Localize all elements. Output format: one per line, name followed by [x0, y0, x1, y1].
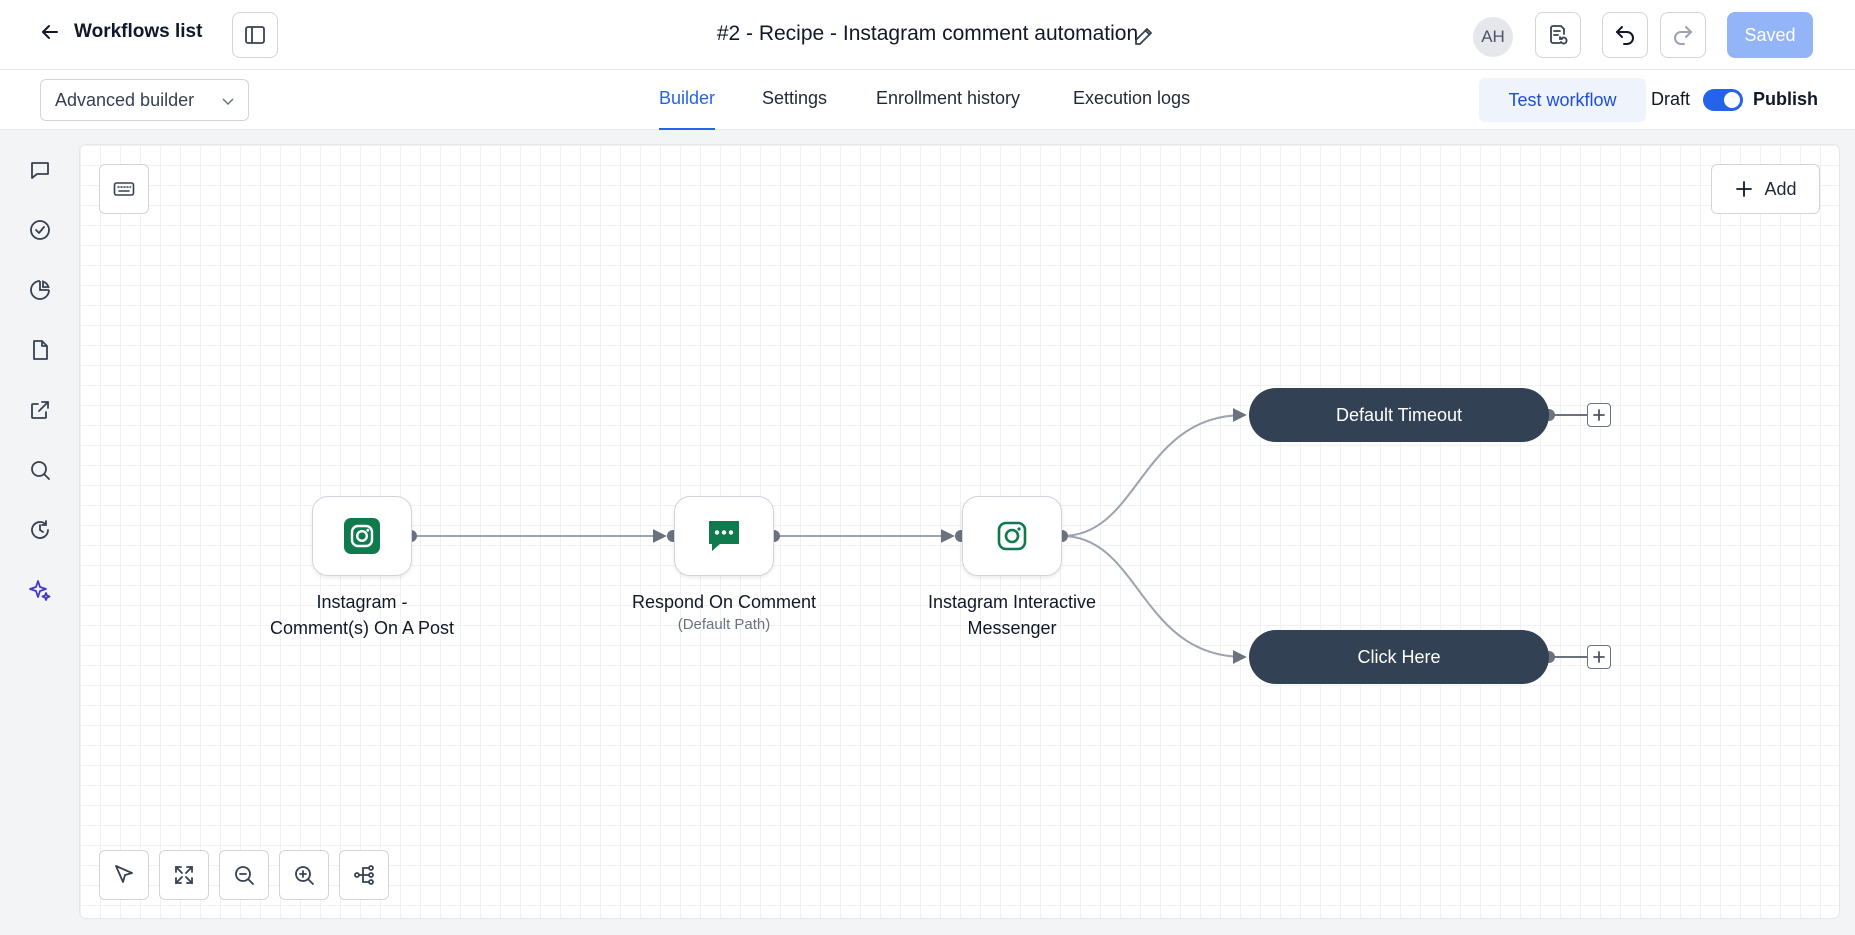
zoom-in-button[interactable] — [279, 850, 329, 900]
search-icon — [31, 461, 50, 480]
message-icon — [709, 521, 739, 551]
add-step-after-click-button[interactable] — [1587, 645, 1611, 669]
plus-icon — [1593, 409, 1605, 421]
select-tool-button[interactable] — [99, 850, 149, 900]
back-label: Workflows list — [74, 21, 203, 42]
node-instagram-comment-trigger[interactable] — [312, 496, 412, 576]
user-avatar[interactable]: AH — [1473, 17, 1513, 57]
instagram-icon — [344, 518, 380, 554]
node-label-line: Instagram - — [316, 592, 408, 612]
node-label-line: Respond On Comment — [631, 592, 817, 612]
cursor-icon — [115, 865, 133, 883]
publish-toggle[interactable] — [1703, 89, 1743, 111]
history-icon — [31, 520, 49, 539]
tab-enrollment-history[interactable]: Enrollment history — [876, 88, 1020, 130]
version-history-button[interactable] — [1535, 12, 1581, 58]
tab-builder[interactable]: Builder — [659, 88, 716, 130]
sidebar-item-comments[interactable] — [26, 156, 54, 184]
keyboard-icon — [113, 182, 135, 196]
flow-tree-icon — [354, 865, 374, 885]
node-respond-on-comment[interactable] — [674, 496, 774, 576]
sidebar-item-documents[interactable] — [26, 336, 54, 364]
top-bar: Workflows list #2 - Recipe - Instagram c… — [0, 0, 1855, 70]
toggle-sidebar-button[interactable] — [232, 12, 278, 58]
workflow-title[interactable]: #2 - Recipe - Instagram comment automati… — [717, 22, 1138, 45]
arrow-left-icon — [42, 25, 58, 39]
tab-settings[interactable]: Settings — [762, 88, 827, 130]
sparkle-icon — [29, 580, 51, 601]
keyboard-shortcuts-button[interactable] — [99, 164, 149, 214]
sidebar-item-analytics[interactable] — [26, 276, 54, 304]
test-workflow-button[interactable]: Test workflow — [1479, 78, 1646, 122]
node-instagram-interactive-messenger[interactable] — [962, 496, 1062, 576]
builder-mode-select[interactable]: Advanced builder — [40, 79, 249, 121]
branch-default-timeout[interactable]: Default Timeout — [1249, 388, 1549, 442]
check-circle-icon — [30, 220, 50, 240]
node-label-line: Instagram Interactive — [927, 592, 1097, 612]
left-sidebar — [0, 130, 80, 935]
pie-chart-icon — [30, 280, 50, 300]
fit-view-button[interactable] — [159, 850, 209, 900]
node-sublabel: (Default Path) — [677, 616, 771, 633]
undo-button[interactable] — [1602, 12, 1648, 58]
saved-button[interactable]: Saved — [1727, 12, 1813, 58]
draft-label: Draft — [1651, 89, 1691, 109]
zoom-out-icon — [235, 866, 254, 885]
document-icon — [33, 340, 48, 360]
zoom-in-icon — [295, 866, 314, 885]
sidebar-item-tasks[interactable] — [26, 216, 54, 244]
chat-icon — [31, 162, 49, 179]
tab-execution-logs[interactable]: Execution logs — [1073, 88, 1190, 130]
zoom-out-button[interactable] — [219, 850, 269, 900]
instagram-icon — [997, 521, 1027, 551]
pencil-icon[interactable] — [1132, 24, 1156, 48]
add-label: Add — [1764, 178, 1797, 199]
publish-label: Publish — [1753, 89, 1819, 109]
add-step-after-timeout-button[interactable] — [1587, 403, 1611, 427]
expand-icon — [175, 866, 193, 884]
builder-mode-value: Advanced builder — [55, 89, 195, 110]
node-label-line: Messenger — [967, 618, 1057, 638]
node-label-line: Comment(s) On A Post — [269, 618, 455, 638]
sidebar-item-search[interactable] — [26, 456, 54, 484]
auto-layout-button[interactable] — [339, 850, 389, 900]
sub-bar: Advanced builder Builder Settings Enroll… — [0, 70, 1855, 130]
sidebar-item-history[interactable] — [26, 516, 54, 544]
plus-icon — [1736, 181, 1753, 197]
chevron-down-icon — [222, 98, 234, 106]
branch-click-here[interactable]: Click Here — [1249, 630, 1549, 684]
external-link-icon — [31, 401, 49, 419]
add-button[interactable]: Add — [1711, 164, 1820, 214]
sidebar-item-external[interactable] — [26, 396, 54, 424]
document-refresh-icon — [1550, 25, 1568, 45]
undo-icon — [1616, 26, 1634, 45]
sidebar-item-ai[interactable] — [26, 576, 54, 604]
plus-icon — [1593, 651, 1605, 663]
back-to-workflows-link[interactable]: Workflows list — [38, 20, 202, 44]
redo-button[interactable] — [1660, 12, 1706, 58]
redo-icon — [1674, 26, 1692, 45]
sidebar-panel-icon — [245, 26, 265, 44]
